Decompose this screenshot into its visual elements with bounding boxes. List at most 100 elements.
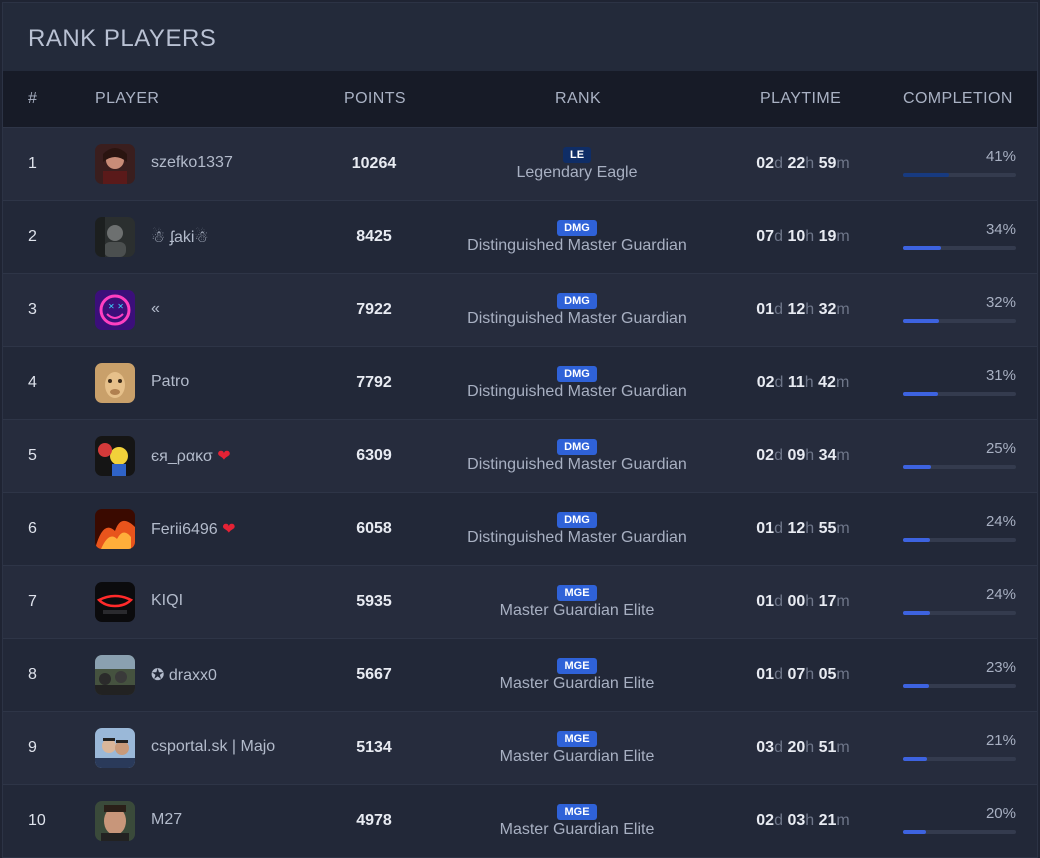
- player-name: ☃ ʄaki☃: [151, 229, 209, 246]
- svg-text:✕ ✕: ✕ ✕: [108, 302, 124, 311]
- row-rank-number: 2: [28, 228, 37, 245]
- table-row[interactable]: 2 ☃ ʄaki☃ 8425 DMG Distinguished Master Guar…: [3, 200, 1037, 273]
- table-row[interactable]: 6 Ferii6496 ❤ 6058 DMG Distinguished Master …: [3, 492, 1037, 565]
- completion-progress-fill: [903, 757, 927, 761]
- player-avatar[interactable]: [95, 363, 135, 403]
- playtime-minutes-unit: m: [835, 374, 850, 391]
- player-points: 6309: [356, 447, 392, 464]
- completion-progress-fill: [903, 173, 950, 177]
- playtime: 03d 20h 51m: [723, 739, 883, 757]
- player-name-link[interactable]: csportal.sk | Majo: [151, 738, 275, 756]
- table-row[interactable]: 9 csportal.sk | Majo 5134 MGE Master Guardia…: [3, 711, 1037, 784]
- player-name: szefko1337: [151, 154, 233, 171]
- playtime-hours-unit: h: [804, 374, 814, 391]
- table-row[interactable]: 3 ✕ ✕ « 7922 DMG Distinguished Master Guardia…: [3, 273, 1037, 346]
- completion-progress-fill: [903, 830, 926, 834]
- table-row[interactable]: 10 M27 4978 MGE Master Guardian Elite 02d 03h…: [3, 784, 1037, 857]
- rank-name: Master Guardian Elite: [499, 748, 655, 765]
- table-row[interactable]: 7 KIQI 5935 MGE Master Guardian Elite 01d 00h…: [3, 565, 1037, 638]
- column-header-player: PLAYER: [95, 90, 160, 107]
- rank-name: Legendary Eagle: [516, 164, 638, 181]
- table-row[interactable]: 8 ✪ draxx0 5667 MGE Master Guardian Elite 01d…: [3, 638, 1037, 711]
- player-name-link[interactable]: ☃ ʄaki☃: [151, 227, 209, 247]
- row-rank-number: 6: [28, 520, 37, 537]
- player-name-link[interactable]: «: [151, 300, 160, 318]
- completion-percent: 20%: [985, 805, 1016, 822]
- completion-progress-fill: [903, 684, 929, 688]
- player-points: 5134: [356, 739, 392, 756]
- playtime-days: 01: [756, 593, 775, 610]
- playtime: 02d 11h 42m: [723, 374, 883, 392]
- playtime-hours-unit: h: [805, 447, 815, 464]
- completion-percent: 34%: [985, 221, 1016, 238]
- playtime-days-unit: d: [774, 812, 783, 829]
- player-name-link[interactable]: Patro: [151, 373, 189, 391]
- rank-badge: DMG: [557, 293, 597, 309]
- table-row[interactable]: 1 szefko1337 10264 LE Legendary Eagle 02d 22h…: [3, 127, 1037, 200]
- player-name-link[interactable]: KIQI: [151, 592, 183, 610]
- playtime-days: 03: [756, 739, 775, 756]
- playtime-hours: 03: [787, 812, 806, 829]
- player-avatar[interactable]: [95, 655, 135, 695]
- player-points: 4978: [356, 812, 392, 829]
- player-name-link[interactable]: єя_ρακσ ❤: [151, 446, 231, 466]
- completion-percent: 31%: [985, 367, 1016, 384]
- playtime-minutes-unit: m: [836, 739, 850, 756]
- rank-name: Master Guardian Elite: [499, 821, 655, 838]
- rank-cell: MGE Master Guardian Elite: [433, 729, 721, 766]
- player-avatar[interactable]: ✕ ✕: [95, 290, 135, 330]
- table-row[interactable]: 4 Patro 7792 DMG Distinguished Master Guardi…: [3, 346, 1037, 419]
- playtime-days-unit: d: [774, 228, 783, 245]
- player-avatar[interactable]: [95, 801, 135, 841]
- column-header-completion: COMPLETION: [903, 90, 1013, 107]
- rank-name: Distinguished Master Guardian: [467, 383, 687, 400]
- column-header-number: #: [28, 90, 38, 107]
- playtime-minutes: 17: [818, 593, 837, 610]
- playtime-days-unit: d: [774, 739, 783, 756]
- player-name: KIQI: [151, 592, 184, 609]
- player-avatar[interactable]: [95, 728, 135, 768]
- player-avatar[interactable]: [95, 582, 135, 622]
- table-row[interactable]: 5 єя_ρακσ ❤ 6309 DMG Distinguished Master Gu…: [3, 419, 1037, 492]
- playtime-hours-unit: h: [805, 520, 815, 537]
- player-avatar[interactable]: [95, 436, 135, 476]
- playtime-minutes: 32: [818, 301, 837, 318]
- rank-cell: DMG Distinguished Master Guardian: [433, 364, 721, 401]
- completion-progress-bar: [903, 757, 1016, 761]
- rank-cell: DMG Distinguished Master Guardian: [433, 291, 721, 328]
- playtime-hours-unit: h: [805, 593, 815, 610]
- playtime-days: 02: [756, 155, 775, 172]
- playtime-hours: 20: [787, 739, 806, 756]
- player-avatar[interactable]: [95, 144, 135, 184]
- rank-name: Distinguished Master Guardian: [467, 310, 687, 327]
- player-name-link[interactable]: Ferii6496 ❤: [151, 519, 236, 539]
- playtime-minutes: 42: [818, 374, 836, 391]
- player-name-link[interactable]: M27: [151, 811, 182, 829]
- playtime-days: 01: [756, 301, 775, 318]
- playtime: 02d 03h 21m: [723, 812, 883, 830]
- player-name-link[interactable]: ✪ draxx0: [151, 665, 217, 685]
- rank-name: Distinguished Master Guardian: [467, 237, 687, 254]
- player-avatar[interactable]: [95, 217, 135, 257]
- rank-cell: DMG Distinguished Master Guardian: [433, 437, 721, 474]
- playtime-minutes: 51: [818, 739, 837, 756]
- player-name-link[interactable]: szefko1337: [151, 154, 233, 172]
- heart-icon: ❤: [222, 521, 236, 538]
- playtime-minutes: 34: [818, 447, 837, 464]
- completion-progress-bar: [903, 465, 1016, 469]
- rank-badge: DMG: [557, 366, 597, 382]
- completion-progress-bar: [903, 319, 1016, 323]
- playtime-days-unit: d: [774, 155, 783, 172]
- completion-percent: 23%: [985, 659, 1016, 676]
- rank-badge: DMG: [557, 220, 597, 236]
- playtime: 01d 12h 55m: [723, 520, 883, 538]
- playtime-minutes-unit: m: [836, 666, 850, 683]
- rank-cell: DMG Distinguished Master Guardian: [433, 510, 721, 547]
- rank-badge: MGE: [557, 658, 597, 674]
- rank-badge: MGE: [557, 585, 597, 601]
- row-rank-number: 4: [28, 374, 37, 391]
- completion-progress-fill: [903, 611, 931, 615]
- player-avatar[interactable]: [95, 509, 135, 549]
- playtime-hours-unit: h: [805, 155, 815, 172]
- row-rank-number: 8: [28, 666, 37, 683]
